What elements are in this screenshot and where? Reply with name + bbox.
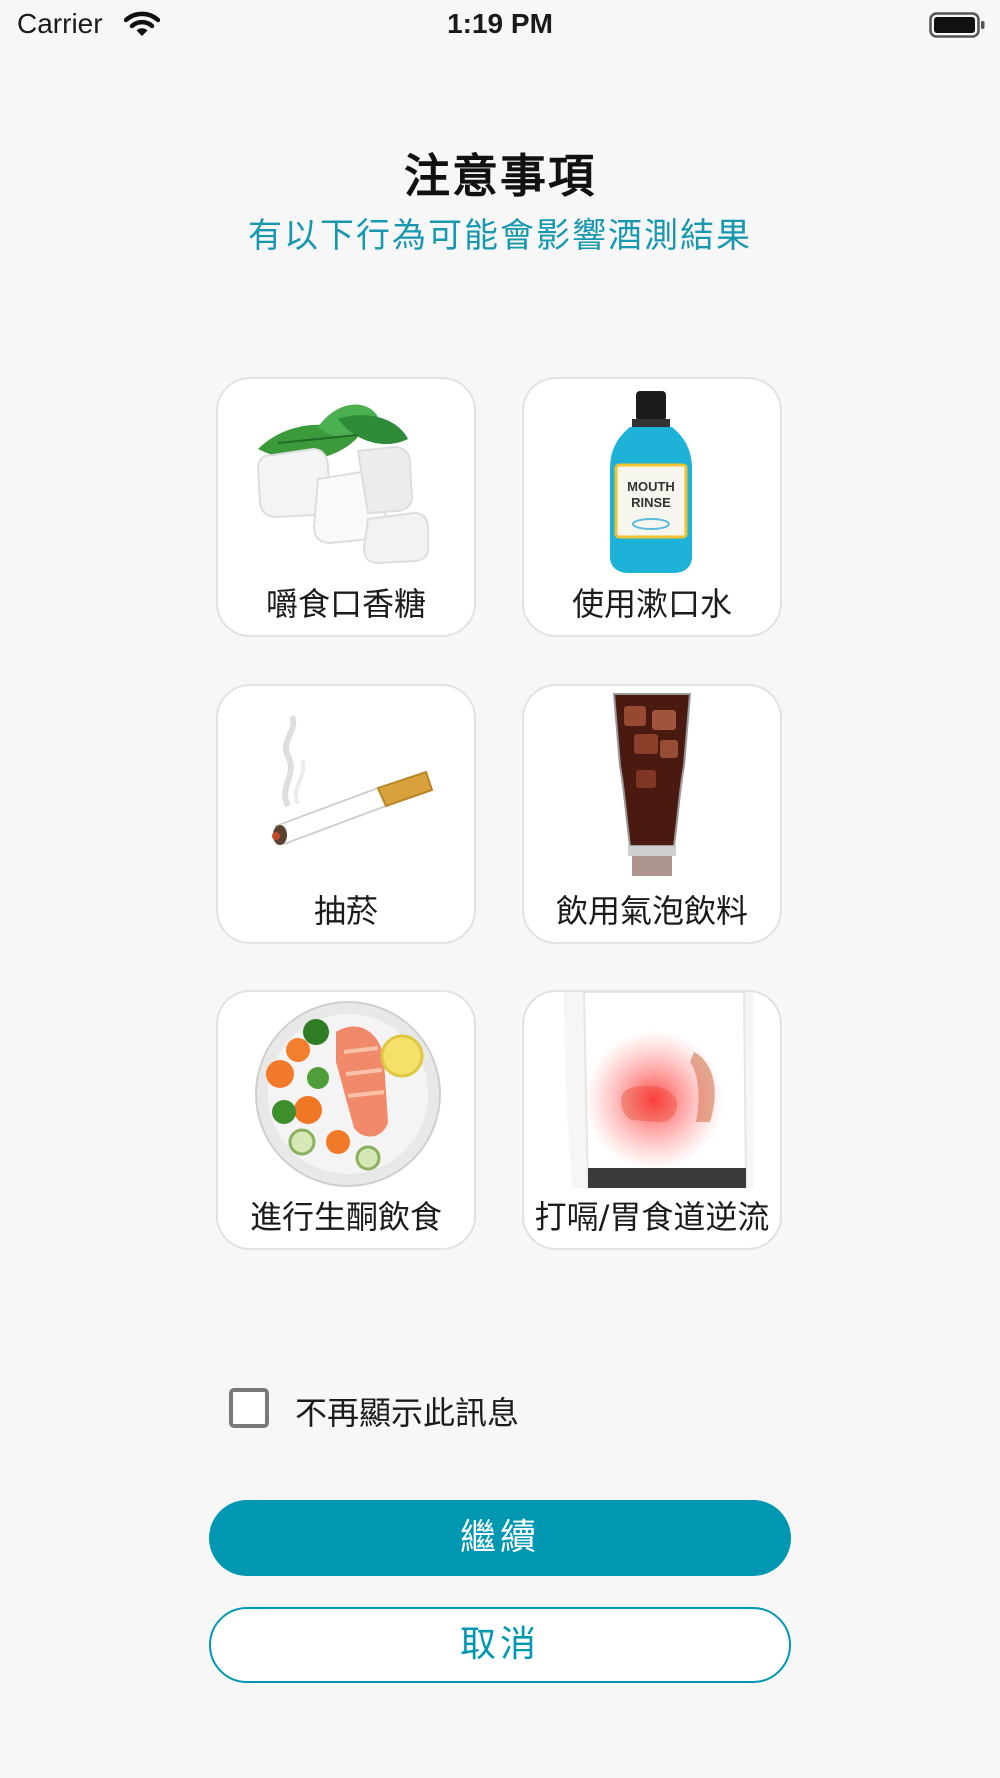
chewing-gum-icon	[256, 404, 429, 565]
mouthwash-icon: MOUTH RINSE	[610, 391, 692, 573]
item-label: 打嗝/胃食道逆流	[534, 1198, 770, 1236]
cancel-button[interactable]: 取消	[209, 1607, 791, 1683]
continue-button[interactable]: 繼續	[209, 1500, 791, 1576]
cigarette-icon	[272, 714, 434, 846]
dont-show-again-label[interactable]: 不再顯示此訊息	[295, 1388, 519, 1434]
svg-text:RINSE: RINSE	[631, 495, 671, 510]
status-bar: Carrier 1:19 PM	[0, 0, 1000, 50]
item-card-cigarette: 抽菸	[216, 684, 476, 944]
checkbox-icon[interactable]	[229, 1388, 269, 1428]
item-card-chewing-gum: 嚼食口香糖	[216, 377, 476, 637]
item-label: 使用漱口水	[571, 585, 732, 623]
item-label: 抽菸	[313, 892, 378, 930]
stomach-pain-icon	[564, 992, 754, 1188]
item-label: 嚼食口香糖	[265, 585, 426, 623]
item-card-mouthwash: MOUTH RINSE 使用漱口水	[522, 377, 782, 637]
page-title: 注意事項	[404, 149, 596, 203]
soda-glass-icon	[612, 693, 692, 876]
clock: 1:19 PM	[447, 8, 553, 39]
page-subtitle: 有以下行為可能會影響酒測結果	[248, 216, 752, 256]
item-card-keto-diet: 進行生酮飲食	[216, 990, 476, 1250]
keto-meal-icon	[255, 1001, 441, 1187]
svg-text:MOUTH: MOUTH	[627, 479, 675, 494]
item-card-acid-reflux: 打嗝/胃食道逆流	[522, 990, 782, 1250]
item-label: 飲用氣泡飲料	[555, 892, 748, 930]
item-label: 進行生酮飲食	[249, 1198, 442, 1236]
battery-icon	[929, 12, 985, 38]
item-card-soda: 飲用氣泡飲料	[522, 684, 782, 944]
